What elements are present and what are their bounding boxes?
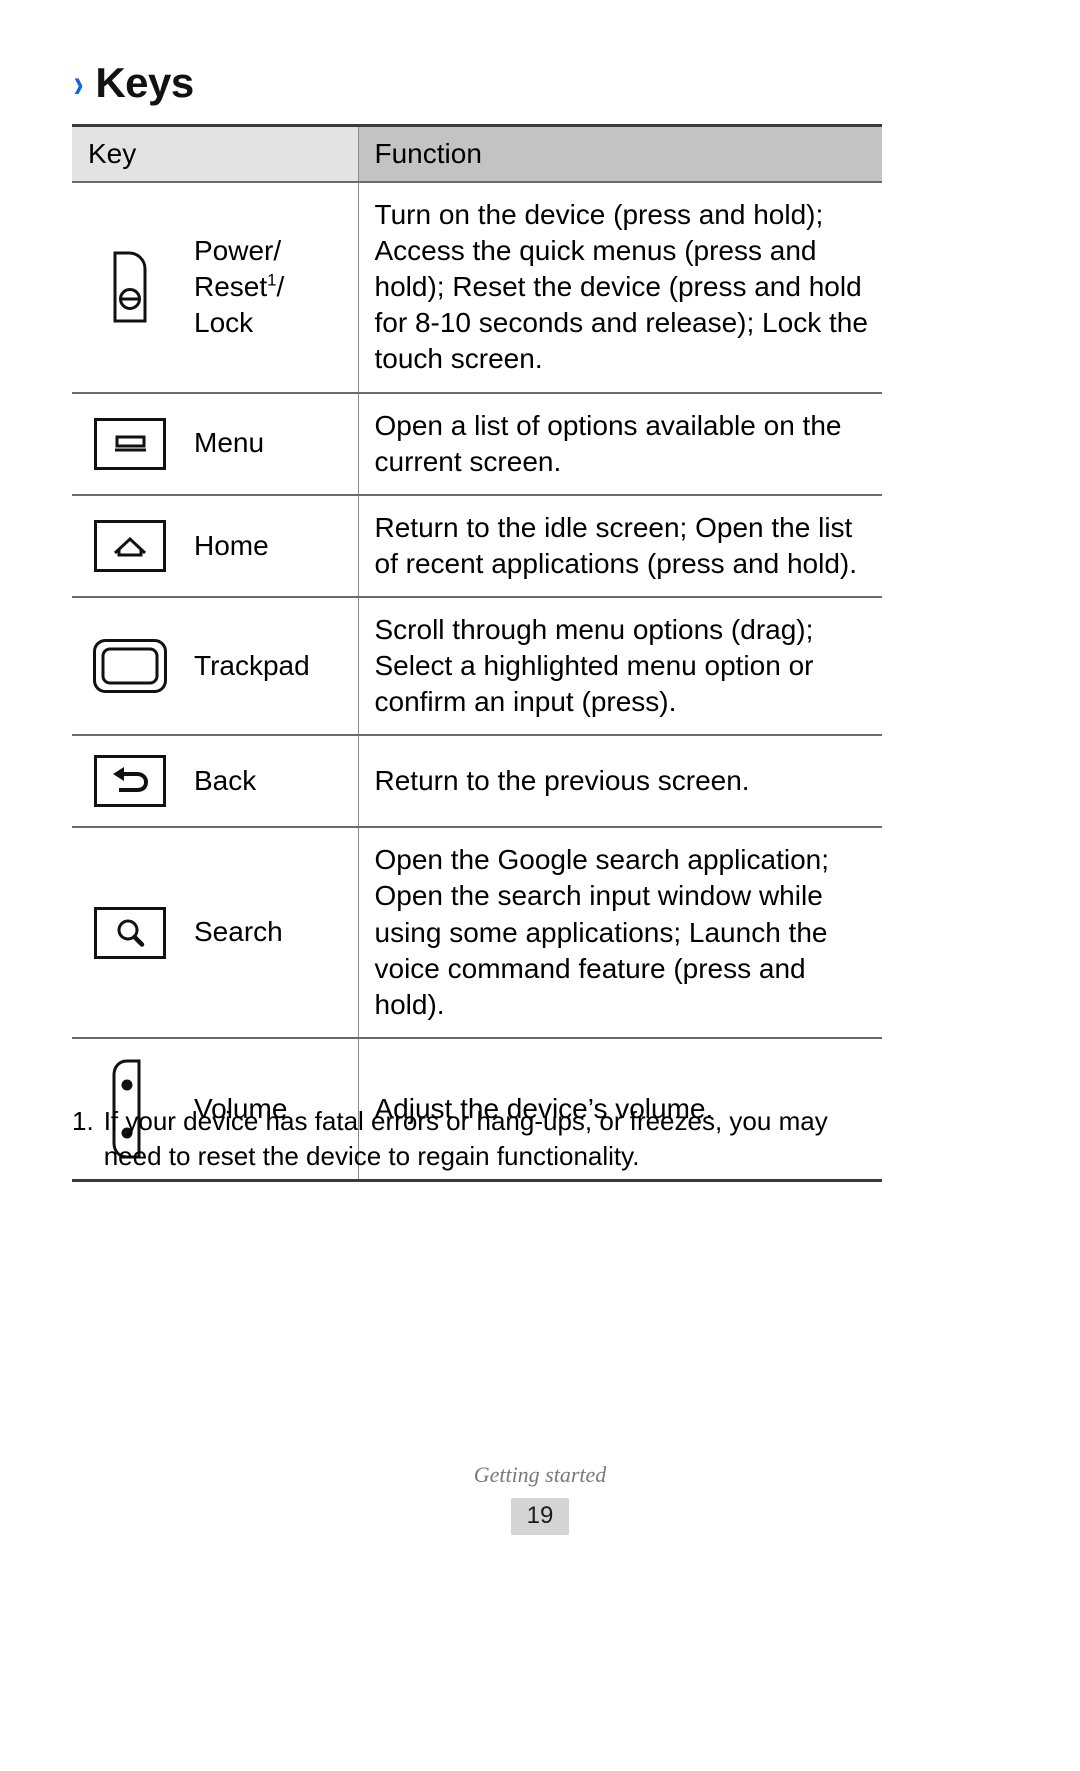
table-header-row: Key Function xyxy=(72,124,882,183)
key-label: Trackpad xyxy=(194,649,310,681)
footnote-marker: 1 xyxy=(267,270,277,290)
function-cell: Scroll through menu options (drag); Sele… xyxy=(357,596,882,736)
key-label: Power/ Reset1/ Lock xyxy=(194,233,284,342)
key-cell: Search xyxy=(72,827,358,1038)
table-header: Key Function xyxy=(72,124,882,183)
function-cell: Open a list of options available on the … xyxy=(357,392,882,495)
key-label-line1: Power/ xyxy=(194,234,282,266)
key-label: Home xyxy=(194,529,269,561)
page-title-text: Keys xyxy=(95,59,194,106)
key-label: Menu xyxy=(194,427,265,459)
table-row: Power/ Reset1/ Lock Turn on the device (… xyxy=(72,182,882,393)
menu-key-icon xyxy=(82,417,178,471)
table-row: Trackpad Scroll through menu options (dr… xyxy=(72,596,882,736)
chevron-right-icon: › xyxy=(73,62,84,106)
key-cell: Power/ Reset1/ Lock xyxy=(72,182,358,393)
power-key-icon xyxy=(82,249,178,325)
home-key-icon xyxy=(82,519,178,573)
footnote-text: If your device has fatal errors or hang-… xyxy=(103,1106,828,1171)
key-label: Back xyxy=(194,765,257,797)
key-cell: Trackpad xyxy=(72,597,358,735)
footnote: 1. If your device has fatal errors or ha… xyxy=(72,1104,882,1173)
table-row: Menu Open a list of options available on… xyxy=(72,392,882,495)
function-cell: Open the Google search application; Open… xyxy=(357,827,882,1038)
function-cell: Return to the idle screen; Open the list… xyxy=(357,494,882,597)
document-page: › Keys Key Function Power/ Reset1/ Lock … xyxy=(0,0,1080,1771)
table-row: Search Open the Google search applicatio… xyxy=(72,827,882,1038)
table-row: Back Return to the previous screen. xyxy=(72,735,882,828)
page-number-badge: 19 xyxy=(511,1498,569,1535)
page-title: › Keys xyxy=(72,59,195,106)
key-label-line2: Reset1/ xyxy=(194,270,285,303)
column-header-function: Function xyxy=(357,124,882,183)
key-cell: Menu xyxy=(72,393,358,495)
key-cell: Home xyxy=(72,495,358,597)
footer-section-label: Getting started xyxy=(473,1462,607,1487)
column-header-key: Key xyxy=(72,124,358,183)
key-label-line3: Lock xyxy=(194,307,254,339)
table-row: Home Return to the idle screen; Open the… xyxy=(72,494,882,597)
search-key-icon xyxy=(82,906,178,960)
function-cell: Return to the previous screen. xyxy=(357,735,882,828)
trackpad-key-icon xyxy=(82,638,178,694)
key-label: Search xyxy=(194,916,283,948)
footnote-number: 1. xyxy=(72,1106,94,1136)
keys-table: Key Function Power/ Reset1/ Lock Turn on… xyxy=(72,124,882,1182)
table-body: Power/ Reset1/ Lock Turn on the device (… xyxy=(72,182,882,1181)
key-cell: Back xyxy=(72,735,358,827)
function-cell: Turn on the device (press and hold); Acc… xyxy=(357,182,882,393)
page-footer: Getting started 19 xyxy=(0,1462,1080,1535)
back-key-icon xyxy=(82,754,178,808)
